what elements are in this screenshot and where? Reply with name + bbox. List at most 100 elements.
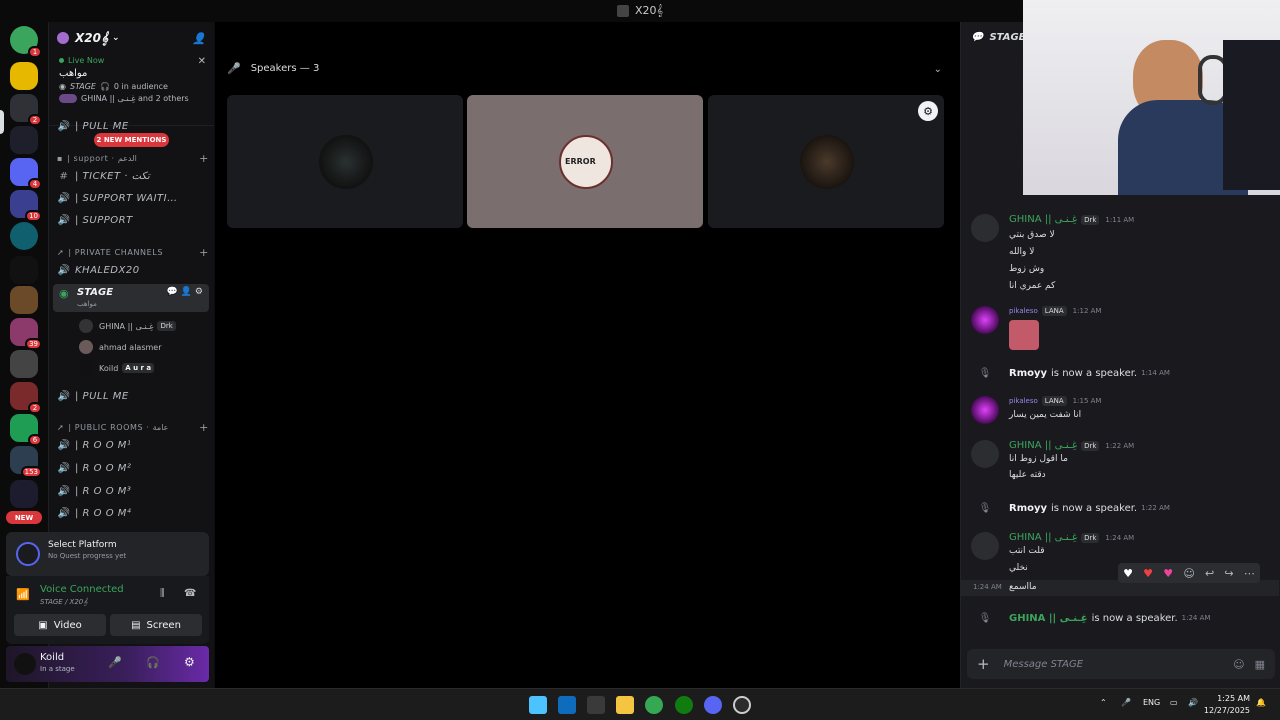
voice-status[interactable]: Voice Connected	[40, 584, 124, 595]
folder-icon[interactable]	[10, 480, 38, 508]
server-icon[interactable]: 39	[10, 318, 42, 350]
voice-channel[interactable]: STAGE / X20𝄞	[40, 598, 87, 607]
message-text: قلت انتب	[1009, 546, 1045, 556]
server-icon[interactable]: 10	[10, 190, 42, 222]
camera-icon: ▣	[38, 619, 48, 631]
author-tag: LANA	[1041, 396, 1067, 406]
xbox-icon[interactable]	[675, 696, 693, 714]
file-explorer-icon[interactable]	[616, 696, 634, 714]
avatar	[971, 440, 999, 468]
server-icon[interactable]: 1	[10, 26, 42, 58]
network-icon[interactable]: ▭	[1170, 698, 1178, 707]
microphone-icon[interactable]: 🎤	[1121, 698, 1131, 707]
server-icon[interactable]	[10, 222, 38, 250]
notifications-icon[interactable]: 🔔	[1256, 698, 1266, 707]
gear-icon[interactable]: ⚙	[184, 655, 195, 669]
message-input[interactable]: Message STAGE	[1004, 659, 1083, 670]
server-icon[interactable]	[10, 256, 38, 284]
server-icon[interactable]: 2	[10, 382, 42, 414]
headphones-icon[interactable]: 🎧	[146, 656, 160, 669]
speaker-tile[interactable]: ⚙	[708, 95, 944, 228]
category-private[interactable]: ➚ | PRIVATE CHANNELS +	[57, 246, 209, 259]
channel-room-4[interactable]: 🔊 | R O O M⁴	[57, 503, 209, 523]
microphone-icon[interactable]: 🎤	[108, 656, 122, 669]
channel-room-1[interactable]: 🔊 | R O O M¹	[57, 435, 209, 455]
add-channel-icon[interactable]: +	[199, 152, 209, 165]
system-message: 🎙 GHINA || غِـنـى is now a speaker. 1:24 AM	[971, 610, 1271, 626]
channel-ticket[interactable]: # | TICKET · تكت	[57, 166, 209, 186]
user-panel: Koild In a stage 🎤 🎧 ⚙	[6, 646, 209, 682]
chevron-up-icon[interactable]: ⌃	[1100, 698, 1107, 707]
quest-box[interactable]: Select Platform No Quest progress yet	[6, 532, 209, 576]
speaker-icon: 🔊	[57, 390, 71, 402]
volume-icon[interactable]: 🔊	[1188, 698, 1198, 707]
app-icon[interactable]	[733, 696, 751, 714]
add-channel-icon[interactable]: +	[199, 421, 209, 434]
chat-message[interactable]: GHINA || غِـنـى Drk 1:22 AM ما اقول زوط ان…	[971, 440, 1271, 484]
chat-message[interactable]: GHINA || غِـنـى Drk 1:11 AM لا صدق بنتي لا…	[971, 214, 1271, 294]
noise-suppression-icon[interactable]: ⫼	[160, 588, 165, 599]
speaker-avatar	[800, 135, 854, 189]
pin-icon: ➚	[57, 248, 65, 257]
message-composer[interactable]: + Message STAGE ☺ ▦	[967, 649, 1275, 679]
channel-support[interactable]: 🔊 | SUPPORT	[57, 210, 209, 230]
system-clock[interactable]: 1:25 AM 12/27/2025	[1204, 693, 1250, 717]
channel-room-3[interactable]: 🔊 | R O O M³	[57, 481, 209, 501]
speaker-tile[interactable]	[227, 95, 463, 228]
server-icon[interactable]	[10, 286, 38, 314]
speaker-icon: 🔊	[57, 192, 71, 204]
channel-pull-me[interactable]: 🔊 | PULL ME	[57, 386, 209, 406]
server-icon[interactable]: 2	[10, 94, 42, 126]
category-public[interactable]: ➚ | PUBLIC ROOMS · عامة +	[57, 421, 209, 434]
add-attachment-icon[interactable]: +	[977, 655, 990, 673]
screen-button[interactable]: ▤ Screen	[110, 614, 202, 636]
stage-icon: ◉	[59, 82, 66, 91]
add-member-icon[interactable]: 👤	[192, 32, 206, 45]
channel-khaled[interactable]: 🔊 KHALEDX20	[57, 260, 209, 280]
reply-icon[interactable]: ↩	[1205, 567, 1214, 580]
stage-member[interactable]: GHINA || غِـنـى Drk	[79, 317, 209, 335]
video-button[interactable]: ▣ Video	[14, 614, 106, 636]
channel-support-waiting[interactable]: 🔊 | SUPPORT WAITI…	[57, 188, 209, 208]
guild-header[interactable]: X20𝄞 ⌄ 👤	[49, 22, 214, 54]
chevron-down-icon[interactable]: ⌄	[934, 64, 942, 75]
settings-icon[interactable]: 💬 👤 ⚙	[167, 287, 203, 297]
server-icon[interactable]: 6	[10, 414, 42, 446]
avatar	[971, 532, 999, 560]
category-support[interactable]: ▪ | support · الدعم +	[57, 152, 209, 165]
chrome-icon[interactable]	[645, 696, 663, 714]
apps-icon[interactable]: ▦	[1255, 658, 1265, 671]
language-indicator[interactable]: ENG	[1143, 698, 1160, 707]
discord-icon[interactable]	[704, 696, 722, 714]
new-mentions-badge[interactable]: 2 NEW MENTIONS	[94, 133, 169, 147]
forward-icon[interactable]: ↪	[1224, 567, 1233, 580]
close-icon[interactable]: ✕	[198, 56, 206, 67]
store-icon[interactable]	[587, 696, 605, 714]
speaker-tile[interactable]: ERROR	[467, 95, 703, 228]
server-icon[interactable]: 4	[10, 158, 42, 190]
disconnect-icon[interactable]: ☎	[184, 588, 196, 599]
channel-stage[interactable]: ◉ STAGE مواهب 💬 👤 ⚙	[53, 284, 209, 312]
stage-member[interactable]: Koild A u r a	[79, 359, 209, 377]
red-heart-icon[interactable]: ♥	[1143, 567, 1153, 580]
pink-heart-icon[interactable]: ♥	[1163, 567, 1173, 580]
emoji-icon[interactable]: ☺	[1233, 658, 1244, 671]
more-icon[interactable]: ⋯	[1244, 567, 1255, 580]
server-icon[interactable]	[10, 126, 38, 154]
white-heart-icon[interactable]: ♥	[1123, 567, 1133, 580]
quest-subtitle: No Quest progress yet	[48, 552, 127, 560]
chat-message[interactable]: pikaleso LANA 1:12 AM	[971, 306, 1271, 350]
start-icon[interactable]	[529, 696, 547, 714]
add-channel-icon[interactable]: +	[199, 246, 209, 259]
microphone-icon: 🎙	[978, 612, 992, 624]
settings-icon[interactable]: ⚙	[918, 101, 938, 121]
server-icon[interactable]	[10, 350, 38, 378]
add-reaction-icon[interactable]: ☺	[1183, 567, 1194, 580]
server-icon[interactable]: 153	[10, 446, 42, 478]
chat-message[interactable]: pikaleso LANA 1:15 AM انا شفت يمين يسار	[971, 396, 1271, 426]
avatar[interactable]	[14, 653, 36, 675]
outlook-icon[interactable]	[558, 696, 576, 714]
server-icon[interactable]	[10, 62, 38, 90]
channel-room-2[interactable]: 🔊 | R O O M²	[57, 458, 209, 478]
stage-member[interactable]: ahmad alasmer	[79, 338, 209, 356]
